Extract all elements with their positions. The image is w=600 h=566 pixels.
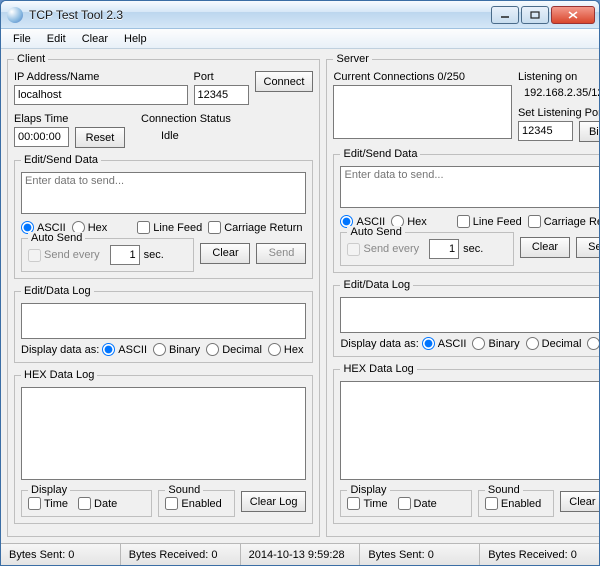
server-group: Server Current Connections 0/250 Listeni… (326, 53, 599, 537)
server-edit-send-legend: Edit/Send Data (340, 148, 420, 160)
client-send-textarea[interactable] (21, 172, 306, 214)
server-send-button[interactable]: Send (576, 237, 599, 258)
menu-file[interactable]: File (5, 31, 39, 47)
conn-status-value: Idle (141, 127, 313, 142)
client-port-input[interactable] (194, 85, 249, 105)
listening-on-label: Listening on (518, 71, 599, 83)
server-cr-check[interactable] (528, 215, 541, 228)
connections-listbox[interactable] (333, 85, 511, 139)
server-sendevery-input[interactable] (429, 239, 459, 259)
bind-button[interactable]: Bind (579, 121, 599, 142)
client-sendevery-input[interactable] (110, 245, 140, 265)
window-title: TCP Test Tool 2.3 (29, 8, 491, 22)
client-disp-ascii-radio[interactable] (102, 343, 115, 356)
client-time-check[interactable] (28, 497, 41, 510)
client-display-legend: Display (28, 484, 70, 496)
server-autosend-legend: Auto Send (347, 226, 404, 238)
client-disp-decimal-radio[interactable] (206, 343, 219, 356)
status-timestamp: 2014-10-13 9:59:28 (241, 544, 361, 565)
client-cr-check[interactable] (208, 221, 221, 234)
client-edit-send-legend: Edit/Send Data (21, 154, 101, 166)
elapsed-input[interactable] (14, 127, 69, 147)
server-disp-ascii-radio[interactable] (422, 337, 435, 350)
server-clearlog-button[interactable]: Clear Log (560, 491, 599, 512)
server-edit-send-group: Edit/Send Data ASCII Hex Line Feed Carri… (333, 148, 599, 273)
server-displayas-label: Display data as: (340, 338, 418, 350)
client-group: Client IP Address/Name Port Connect Elap… (7, 53, 320, 537)
server-date-check[interactable] (398, 497, 411, 510)
client-edit-send-group: Edit/Send Data ASCII Hex Line Feed Carri… (14, 154, 313, 279)
client-send-button[interactable]: Send (256, 243, 306, 264)
minimize-button[interactable] (491, 6, 519, 24)
server-disp-binary-radio[interactable] (472, 337, 485, 350)
ip-input[interactable] (14, 85, 188, 105)
server-sound-legend: Sound (485, 484, 523, 496)
ip-label: IP Address/Name (14, 71, 188, 83)
client-datalog-group: Edit/Data Log Display data as: ASCII Bin… (14, 285, 313, 363)
statusbar: Bytes Sent: 0 Bytes Received: 0 2014-10-… (1, 543, 599, 565)
connect-button[interactable]: Connect (255, 71, 314, 92)
client-hexlog-legend: HEX Data Log (21, 369, 97, 381)
elapsed-label: Elaps Time (14, 113, 125, 125)
client-sound-enabled-check[interactable] (165, 497, 178, 510)
status-bytes-recv-server: Bytes Received: 0 (480, 544, 599, 565)
client-linefeed-check[interactable] (137, 221, 150, 234)
server-hexlog-group: HEX Data Log Display Time Date Sound Ena… (333, 363, 599, 524)
close-button[interactable] (551, 6, 595, 24)
server-clear-button[interactable]: Clear (520, 237, 570, 258)
reset-button[interactable]: Reset (75, 127, 125, 148)
app-window: TCP Test Tool 2.3 File Edit Clear Help C… (0, 0, 600, 566)
client-datalog-listbox[interactable] (21, 303, 306, 339)
server-sec-label: sec. (463, 243, 483, 255)
menu-edit[interactable]: Edit (39, 31, 74, 47)
client-port-label: Port (194, 71, 249, 83)
listening-on-value: 192.168.2.35/12345 (518, 85, 599, 105)
client-disp-hex-radio[interactable] (268, 343, 281, 356)
cc-label: Current Connections 0/250 (333, 71, 511, 83)
server-sendevery-check (347, 243, 360, 256)
client-clear-button[interactable]: Clear (200, 243, 250, 264)
server-port-input[interactable] (518, 121, 573, 141)
client-date-check[interactable] (78, 497, 91, 510)
client-legend: Client (14, 53, 48, 65)
server-linefeed-check[interactable] (457, 215, 470, 228)
status-bytes-sent-server: Bytes Sent: 0 (360, 544, 480, 565)
client-hexlog-listbox[interactable] (21, 387, 306, 480)
status-bytes-recv-client: Bytes Received: 0 (121, 544, 241, 565)
server-display-legend: Display (347, 484, 389, 496)
server-legend: Server (333, 53, 371, 65)
client-displayas-label: Display data as: (21, 344, 99, 356)
set-port-label: Set Listening Port (518, 107, 599, 119)
server-hexlog-listbox[interactable] (340, 381, 599, 480)
server-disp-decimal-radio[interactable] (526, 337, 539, 350)
client-clearlog-button[interactable]: Clear Log (241, 491, 307, 512)
client-sound-legend: Sound (165, 484, 203, 496)
server-time-check[interactable] (347, 497, 360, 510)
client-disp-binary-radio[interactable] (153, 343, 166, 356)
client-sendevery-check (28, 249, 41, 262)
titlebar[interactable]: TCP Test Tool 2.3 (1, 1, 599, 29)
app-icon (7, 7, 23, 23)
client-hexlog-group: HEX Data Log Display Time Date Sound Ena… (14, 369, 313, 524)
menubar: File Edit Clear Help (1, 29, 599, 49)
server-datalog-legend: Edit/Data Log (340, 279, 413, 291)
server-datalog-listbox[interactable] (340, 297, 599, 333)
server-disp-hex-radio[interactable] (587, 337, 599, 350)
maximize-button[interactable] (521, 6, 549, 24)
server-sound-enabled-check[interactable] (485, 497, 498, 510)
server-datalog-group: Edit/Data Log Display data as: ASCII Bin… (333, 279, 599, 357)
client-sec-label: sec. (144, 249, 164, 261)
conn-status-label: Connection Status (141, 113, 313, 125)
status-bytes-sent-client: Bytes Sent: 0 (1, 544, 121, 565)
menu-help[interactable]: Help (116, 31, 155, 47)
server-hexlog-legend: HEX Data Log (340, 363, 416, 375)
client-datalog-legend: Edit/Data Log (21, 285, 94, 297)
client-autosend-legend: Auto Send (28, 232, 85, 244)
menu-clear[interactable]: Clear (74, 31, 116, 47)
server-send-textarea[interactable] (340, 166, 599, 208)
